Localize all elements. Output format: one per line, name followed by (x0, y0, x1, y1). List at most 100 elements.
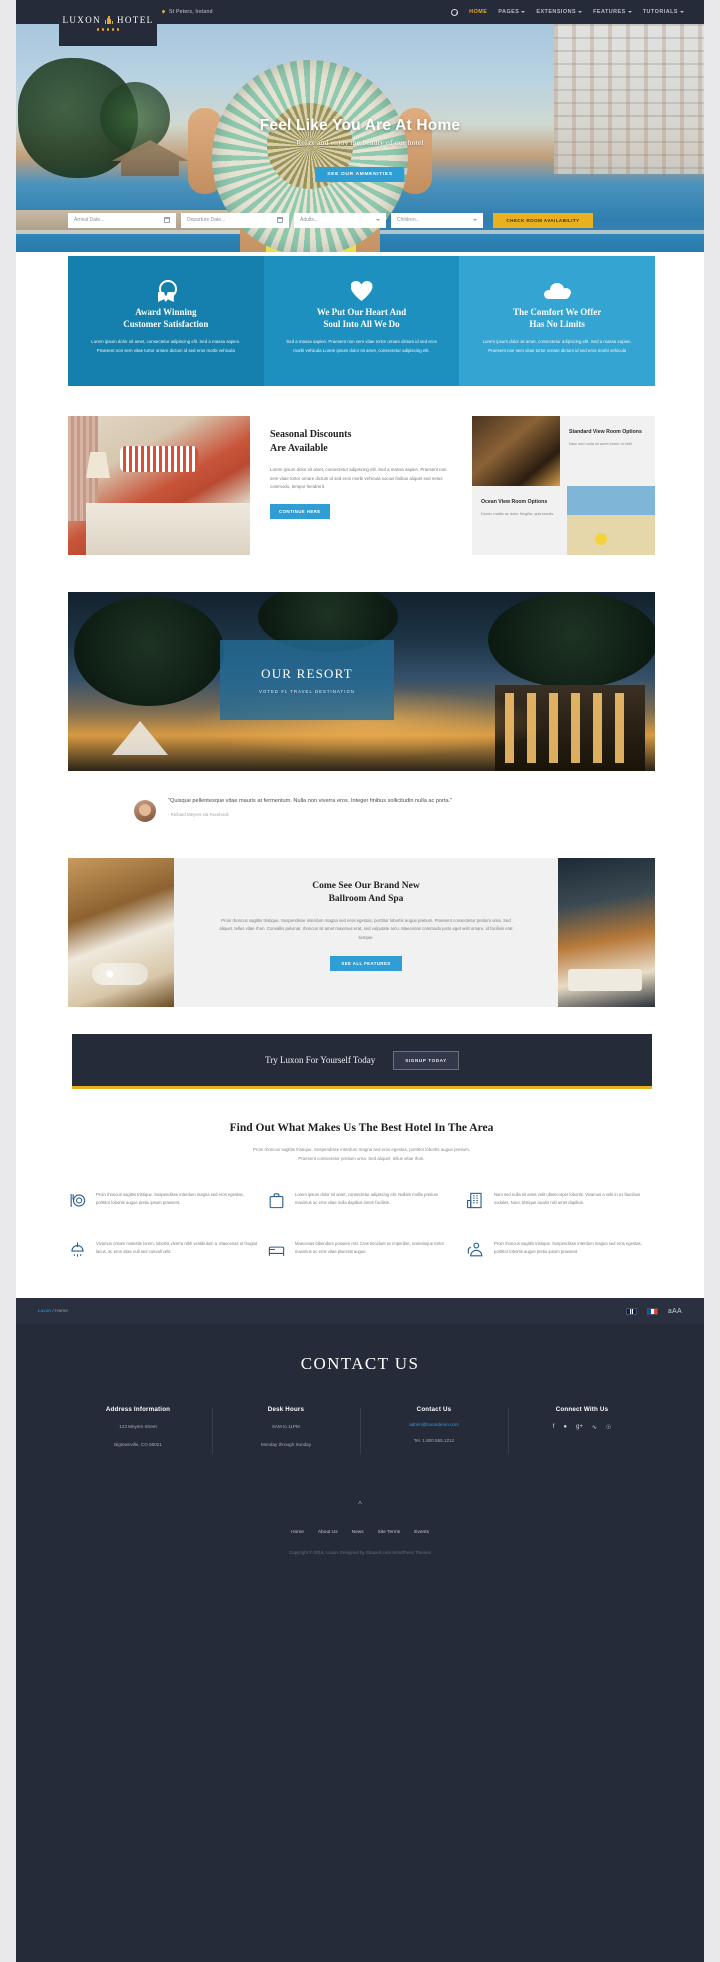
footer-col-contact: Contact Us admin@luxondemo.com Tel. 1.80… (360, 1406, 508, 1454)
tent-decor (112, 721, 168, 755)
map-pin-icon (161, 10, 166, 15)
tree-decor (488, 592, 655, 688)
breadcrumb-home[interactable]: Luxon (38, 1309, 51, 1314)
google-plus-icon[interactable]: g+ (576, 1424, 583, 1431)
check-availability-button[interactable]: CHECK ROOM AVAILABILITY (493, 212, 593, 228)
signup-today-button[interactable]: SIGNUP TODAY (393, 1050, 459, 1070)
ballroom-body: Proin rhoncus sagittis tristique. Suspen… (219, 918, 513, 940)
children-placeholder: Children... (397, 217, 420, 223)
continue-here-button[interactable]: CONTINUE HERE (270, 503, 330, 519)
feature-card-body: Lorem ipsum dolor sit amet, consectetur … (91, 339, 241, 353)
search-icon[interactable] (451, 8, 459, 16)
departure-date-placeholder: Departure Date... (187, 217, 226, 223)
nav-label: PAGES (498, 9, 520, 15)
restaurant-interior-image (558, 858, 655, 1007)
hero-subtitle: Relax and enjoy the beauty of our hotel (296, 138, 424, 147)
see-amenities-button[interactable]: SEE OUR AMMENITIES (315, 167, 405, 182)
uk-flag-icon[interactable] (625, 1307, 637, 1315)
star-rating (97, 28, 119, 31)
nav-label: HOME (469, 9, 488, 15)
arrival-date-placeholder: Arrival Date... (74, 217, 105, 223)
location-indicator: St Peters, Ireland (161, 9, 213, 15)
children-select[interactable]: Children... (391, 212, 483, 228)
footer-columns: Address Information 123 Meyers Street Bi… (64, 1406, 656, 1454)
seasonal-copy: Seasonal Discounts Are Available Lorem i… (250, 416, 472, 555)
chevron-up-icon[interactable]: ^ (358, 1500, 362, 1509)
location-label: St Peters, Ireland (169, 9, 213, 15)
footer-link-about-us[interactable]: About Us (318, 1530, 338, 1535)
cta-accent-rule (72, 1086, 652, 1089)
feature-card-heart: We Put Our Heart And Soul Into All We Do… (263, 256, 460, 386)
nav-item-home[interactable]: HOME (469, 9, 487, 15)
feature-item: Vivamus ornare molestie lorem, lobortis … (68, 1240, 257, 1259)
feature-item-text: Proin rhoncus sagittis tristique. Suspen… (96, 1192, 244, 1206)
signup-cta-strip: Try Luxon For Yourself Today SIGNUP TODA… (72, 1034, 652, 1086)
room-option-copy: Ocean View Room Options Donec mattis ac … (472, 486, 567, 556)
chevron-down-icon (473, 218, 477, 221)
footer-link-events[interactable]: Events (414, 1530, 429, 1535)
features-section: Find Out What Makes Us The Best Hotel In… (68, 1122, 655, 1259)
font-size-control[interactable]: aAA (668, 1308, 682, 1315)
building-icon (466, 1191, 485, 1210)
heart-icon (280, 278, 444, 304)
room-option-row[interactable]: Standard View Room Options Nam sed nulla… (472, 416, 655, 486)
twitter-icon[interactable]: ● (563, 1424, 567, 1431)
footer-col-hours: Desk Hours 6AM to 11PM Monday through Su… (212, 1406, 360, 1454)
testimonial-text: "Quisque pellentesque vitae mauris at fe… (168, 796, 452, 817)
feature-card-body: Lorem ipsum dolor sit amet, consectetur … (482, 339, 632, 353)
see-all-features-button[interactable]: SEE ALL FEATURES (330, 956, 402, 972)
nav-item-tutorials[interactable]: TUTORIALS (643, 9, 684, 15)
hotel-building-bg (554, 24, 704, 174)
nav-item-pages[interactable]: PAGES (498, 9, 526, 15)
room-option-body: Donec mattis ac dolor fringilla, quis ia… (481, 510, 555, 516)
beach-thumbnail-image (567, 485, 655, 555)
nav-item-extensions[interactable]: EXTENSIONS (536, 9, 583, 15)
logo-name-second: HOTEL (117, 15, 154, 26)
room-option-row[interactable]: Ocean View Room Options Donec mattis ac … (472, 485, 655, 556)
feature-card-body: Sed a massa sapien. Praesent non sem vit… (286, 339, 437, 353)
feature-item-text: Maecenas bibendum posuere nisl. Cras tin… (295, 1241, 444, 1255)
site-logo[interactable]: LUXON HOTEL (59, 0, 157, 46)
room-option-title: Ocean View Room Options (481, 498, 548, 505)
feature-item: Proin rhoncus sagittis tristique. Suspen… (466, 1240, 655, 1259)
facebook-icon[interactable]: f (553, 1424, 555, 1431)
feature-card-title: We Put Our Heart And Soul Into All We Do (280, 306, 444, 330)
adults-select[interactable]: Adults... (294, 212, 386, 228)
footer-link-home[interactable]: Home (291, 1530, 304, 1535)
footer-col-title: Connect With Us (555, 1406, 609, 1413)
ballroom-title-line1: Come See Our Brand New (312, 881, 420, 891)
chevron-down-icon (627, 11, 632, 13)
footer-link-news[interactable]: News (352, 1530, 364, 1535)
nav-label: TUTORIALS (642, 9, 678, 15)
dining-plate-icon (68, 1191, 87, 1210)
main-menu: HOME PAGES EXTENSIONS FEATURES TUTORIALS (451, 8, 684, 16)
nav-item-features[interactable]: FEATURES (593, 9, 632, 15)
footer-col-line2: Monday through Sunday (260, 1442, 312, 1447)
resort-caption-box: OUR RESORT VOTED #1 TRAVEL DESTINATION (220, 640, 394, 720)
pinterest-icon[interactable]: ☉ (606, 1424, 611, 1431)
departure-date-input[interactable]: Departure Date... (181, 212, 289, 228)
feature-item-text: Vivamus ornare molestie lorem, lobortis … (96, 1241, 257, 1255)
contact-heading: CONTACT US (300, 1354, 420, 1373)
footer-utility-bar: Luxon / Home aAA (16, 1298, 704, 1324)
table-decor (568, 969, 642, 991)
social-links: f ● g+ ∿ ☉ (518, 1424, 646, 1431)
site-canvas: St Peters, Ireland HOME PAGES EXTENSIONS… (16, 0, 704, 1962)
adults-placeholder: Adults... (300, 217, 319, 223)
footer-col-title: Contact Us (416, 1406, 452, 1413)
fr-flag-icon[interactable] (646, 1307, 658, 1315)
resort-banner: OUR RESORT VOTED #1 TRAVEL DESTINATION (68, 592, 655, 771)
footer-links: Home About Us News Site Terms Events (16, 1530, 704, 1535)
arrival-date-input[interactable]: Arrival Date... (68, 212, 176, 228)
rss-icon[interactable]: ∿ (592, 1424, 597, 1431)
footer-link-site-terms[interactable]: Site Terms (378, 1530, 401, 1535)
room-option-title: Standard View Room Options (569, 429, 642, 435)
footer-col-line2: Bigtownville, CO 56021 (114, 1442, 162, 1447)
chevron-down-icon (521, 11, 526, 13)
page-root: St Peters, Ireland HOME PAGES EXTENSIONS… (0, 0, 720, 1962)
footer-col-line1: 123 Meyers Street (119, 1424, 157, 1429)
contact-email-link[interactable]: admin@luxondemo.com (370, 1422, 498, 1427)
room-options-list: Standard View Room Options Nam sed nulla… (472, 416, 655, 555)
logo-wordmark: LUXON HOTEL (63, 15, 154, 25)
seasonal-discounts-section: Seasonal Discounts Are Available Lorem i… (68, 416, 655, 555)
